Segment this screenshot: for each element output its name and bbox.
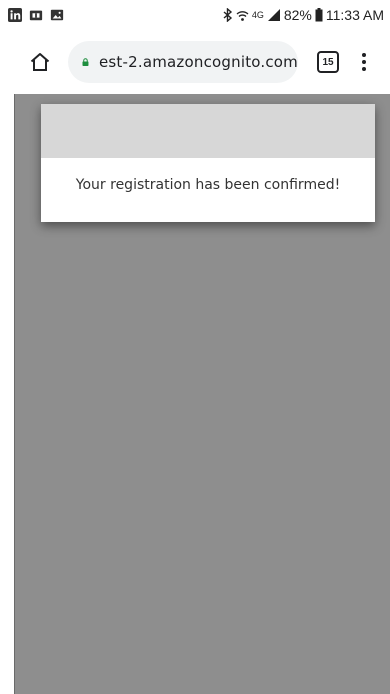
browser-toolbar: est-2.amazoncognito.com 15	[0, 30, 390, 94]
menu-dot	[362, 60, 366, 64]
system-status: 4G 82% 11:33 AM	[223, 7, 384, 23]
overflow-menu-button[interactable]	[354, 50, 374, 74]
url-text: est-2.amazoncognito.com	[98, 53, 298, 71]
signal-icon	[267, 9, 280, 21]
tab-switcher-button[interactable]: 15	[316, 50, 340, 74]
notification-icons	[7, 8, 65, 22]
battery-icon	[315, 8, 323, 22]
bluetooth-icon	[223, 8, 232, 22]
image-icon	[50, 9, 64, 21]
clock: 11:33 AM	[325, 7, 384, 23]
battery-percent: 82%	[283, 7, 312, 23]
home-icon	[30, 53, 50, 71]
network-type: 4G	[251, 10, 264, 20]
menu-dot	[362, 53, 366, 57]
sim-card-icon	[29, 10, 43, 21]
url-bar[interactable]: est-2.amazoncognito.com	[68, 41, 298, 83]
status-bar: 4G 82% 11:33 AM	[0, 0, 390, 30]
lock-icon	[82, 58, 89, 66]
confirmation-message: Your registration has been confirmed!	[75, 177, 341, 193]
linkedin-icon	[8, 8, 22, 22]
home-button[interactable]	[22, 44, 58, 80]
page-content: Your registration has been confirmed!	[14, 94, 390, 694]
dialog-header	[41, 104, 375, 158]
tab-count: 15	[317, 51, 339, 73]
wifi-icon	[236, 10, 249, 21]
confirmation-dialog: Your registration has been confirmed!	[41, 104, 375, 222]
menu-dot	[362, 67, 366, 71]
